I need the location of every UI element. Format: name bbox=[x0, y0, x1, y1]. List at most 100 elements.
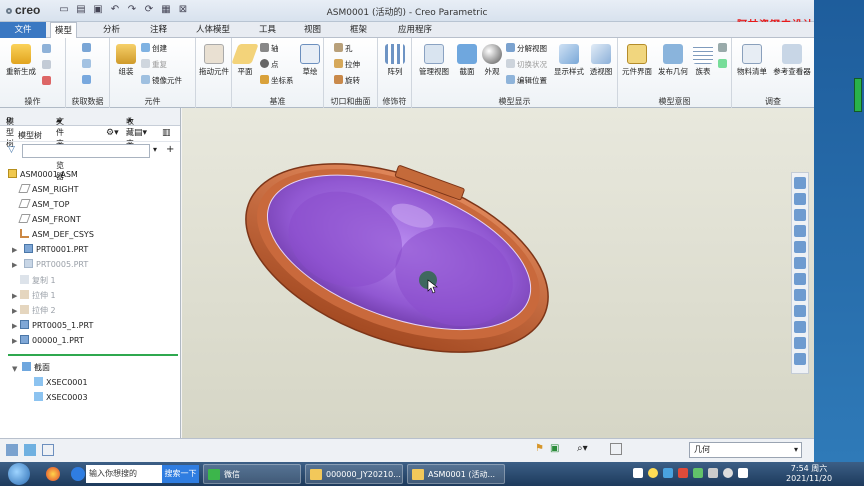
sketch-button[interactable]: 草绘 bbox=[298, 44, 322, 77]
tree-item-datum[interactable]: ASM_FRONT bbox=[18, 213, 81, 227]
volume-icon[interactable] bbox=[723, 468, 733, 478]
tray-icon[interactable] bbox=[663, 468, 673, 478]
axis-button[interactable]: 轴 bbox=[260, 43, 279, 54]
taskbar-item-wechat[interactable]: 微信 bbox=[203, 464, 301, 484]
browser-icon[interactable] bbox=[46, 467, 60, 481]
hole-button[interactable]: 孔 bbox=[334, 43, 353, 54]
plane-button[interactable]: 平面 bbox=[231, 44, 259, 77]
tree-item-asm[interactable]: ASM0001.ASM bbox=[8, 168, 78, 182]
publish-geometry-button[interactable]: 发布几何 bbox=[656, 44, 690, 77]
tab-analysis[interactable]: 分析 bbox=[99, 22, 124, 38]
tab-tools[interactable]: 工具 bbox=[255, 22, 280, 38]
tree-item-part[interactable]: PRT0005.PRT bbox=[24, 258, 88, 272]
expand-icon[interactable]: ▶ bbox=[12, 261, 17, 269]
regen-status-icon[interactable]: ⚑ bbox=[535, 443, 544, 454]
expand-icon[interactable]: ▶ bbox=[12, 292, 17, 300]
repaint-icon[interactable] bbox=[794, 225, 806, 237]
tree-item-xsec[interactable]: XSEC0001 bbox=[34, 376, 88, 390]
zoom-out-icon[interactable] bbox=[794, 209, 806, 221]
tree-search-input[interactable] bbox=[22, 144, 150, 158]
tree-item-sections[interactable]: 截面 bbox=[22, 361, 50, 375]
search-button[interactable]: 搜索一下 bbox=[162, 465, 199, 483]
tab-model[interactable]: 模型 bbox=[50, 22, 78, 38]
filter-icon[interactable]: ▽ bbox=[8, 145, 15, 155]
expand-icon[interactable]: ▶ bbox=[12, 246, 17, 254]
perspective-button[interactable]: 透视图 bbox=[586, 44, 616, 77]
exploded-view-button[interactable]: 分解视图 bbox=[506, 43, 547, 54]
system-clock[interactable]: 7:54 周六 2021/11/20 bbox=[786, 464, 832, 484]
selection-filter-select[interactable]: 几何 ▾ bbox=[689, 442, 802, 458]
tab-applications[interactable]: 应用程序 bbox=[394, 22, 436, 38]
expand-icon[interactable]: ▶ bbox=[12, 322, 17, 330]
section-button[interactable]: 截面 bbox=[454, 44, 480, 77]
point-button[interactable]: 点 bbox=[260, 59, 279, 70]
fullscreen-icon[interactable] bbox=[42, 444, 54, 456]
delete-icon[interactable] bbox=[42, 76, 53, 86]
expand-icon[interactable]: ▶ bbox=[12, 337, 17, 345]
display-style-button[interactable]: 显示样式 bbox=[552, 44, 586, 77]
regenerate-button[interactable]: 重新生成 bbox=[3, 44, 39, 77]
selection-filter-icon[interactable] bbox=[610, 443, 622, 455]
create-button[interactable]: 创建 bbox=[141, 43, 167, 54]
revolve-button[interactable]: 旋转 bbox=[334, 75, 360, 86]
tree-item-part[interactable]: 00000_1.PRT bbox=[20, 334, 84, 348]
tab-framework[interactable]: 框架 bbox=[346, 22, 371, 38]
drag-components-button[interactable]: 拖动元件 bbox=[196, 44, 232, 77]
relations-icon[interactable] bbox=[718, 43, 729, 53]
manage-views-button[interactable]: 管理视图 bbox=[414, 44, 454, 77]
selection-status-icon[interactable]: ▣ bbox=[550, 443, 559, 454]
refit-icon[interactable] bbox=[794, 177, 806, 189]
pattern-button[interactable]: 阵列 bbox=[380, 44, 410, 77]
taskbar-item-folder[interactable]: 000000_JY20210... bbox=[305, 464, 403, 484]
tab-manikin[interactable]: 人体模型 bbox=[192, 22, 234, 38]
tree-toggle-icon[interactable] bbox=[6, 444, 18, 456]
tree-item-part[interactable]: PRT0005_1.PRT bbox=[20, 319, 93, 333]
datum-display-icon[interactable] bbox=[794, 321, 806, 333]
shrinkwrap-icon[interactable] bbox=[82, 75, 93, 85]
expand-icon[interactable]: ▶ bbox=[12, 307, 17, 315]
tray-icon[interactable] bbox=[693, 468, 703, 478]
section-view-icon[interactable] bbox=[794, 305, 806, 317]
graphics-viewport[interactable] bbox=[182, 108, 814, 438]
tab-view[interactable]: 视图 bbox=[300, 22, 325, 38]
parameters-icon[interactable] bbox=[718, 59, 729, 69]
edit-position-button[interactable]: 编辑位置 bbox=[506, 75, 547, 86]
spin-center-icon[interactable] bbox=[794, 353, 806, 365]
mirror-component-button[interactable]: 镜像元件 bbox=[141, 75, 182, 86]
find-icon[interactable]: ⌕▾ bbox=[577, 443, 588, 454]
bom-button[interactable]: 物料清单 bbox=[734, 44, 770, 77]
tree-item-feature[interactable]: 拉伸 1 bbox=[20, 289, 56, 303]
tree-item-feature[interactable]: 拉伸 2 bbox=[20, 304, 56, 318]
collapse-icon[interactable]: ▼ bbox=[12, 365, 17, 373]
tree-item-datum[interactable]: ASM_TOP bbox=[18, 198, 69, 212]
tab-file[interactable]: 文件 bbox=[0, 22, 46, 38]
columns-icon[interactable]: ▥ bbox=[162, 128, 171, 138]
display-style-icon[interactable] bbox=[794, 241, 806, 253]
saved-views-icon[interactable] bbox=[794, 257, 806, 269]
annotation-display-icon[interactable] bbox=[794, 337, 806, 349]
repeat-button[interactable]: 重复 bbox=[141, 59, 167, 70]
show-icon[interactable]: ▤▾ bbox=[134, 128, 147, 138]
qq-icon[interactable] bbox=[648, 468, 658, 478]
copy-icon[interactable] bbox=[42, 44, 53, 54]
tray-icon[interactable] bbox=[678, 468, 688, 478]
merge-icon[interactable] bbox=[82, 43, 93, 53]
paste-icon[interactable] bbox=[42, 60, 53, 70]
reference-viewer-button[interactable]: 参考查看器 bbox=[772, 44, 812, 77]
assemble-button[interactable]: 组装 bbox=[112, 44, 140, 77]
copy-geom-icon[interactable] bbox=[82, 59, 93, 69]
browser-toggle-icon[interactable] bbox=[24, 444, 36, 456]
add-icon[interactable]: + bbox=[166, 144, 174, 155]
taskbar-item-creo[interactable]: ASM0001 (活动... bbox=[407, 464, 505, 484]
extrude-button[interactable]: 拉伸 bbox=[334, 59, 360, 70]
zoom-in-icon[interactable] bbox=[794, 193, 806, 205]
perspective-icon[interactable] bbox=[794, 289, 806, 301]
network-icon[interactable] bbox=[708, 468, 718, 478]
tree-item-part[interactable]: PRT0001.PRT bbox=[24, 243, 88, 257]
dropdown-icon[interactable]: ▾ bbox=[153, 145, 157, 154]
family-table-button[interactable]: 族表 bbox=[692, 44, 714, 77]
tree-item-xsec[interactable]: XSEC0003 bbox=[34, 391, 88, 405]
tree-item-datum[interactable]: ASM_RIGHT bbox=[18, 183, 78, 197]
search-input[interactable]: 输入你想搜的 bbox=[86, 465, 162, 483]
appearance-button[interactable]: 外观 bbox=[480, 44, 504, 77]
